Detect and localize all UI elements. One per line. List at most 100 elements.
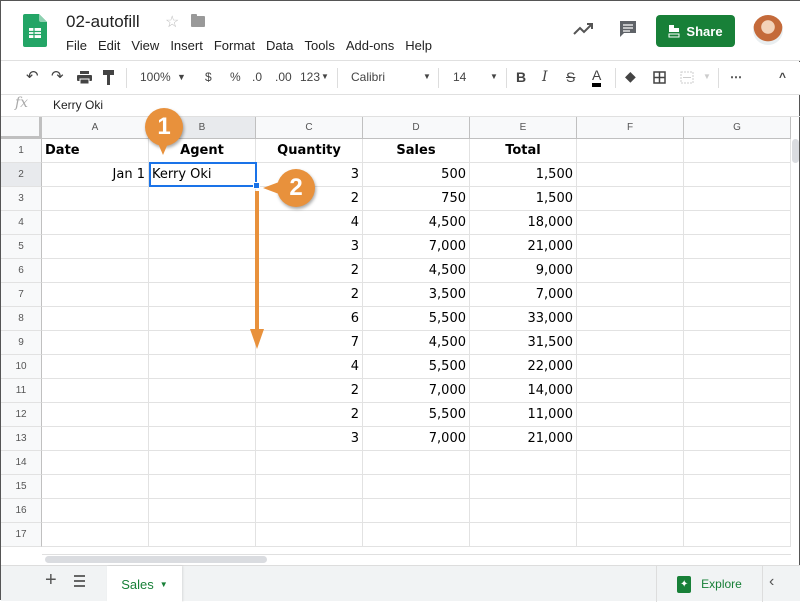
document-title[interactable]: 02-autofill <box>66 12 140 32</box>
cell-e13[interactable]: 21,000 <box>470 427 577 451</box>
folder-icon[interactable] <box>191 14 205 27</box>
cell-a10[interactable] <box>42 355 149 379</box>
cell-e17[interactable] <box>470 523 577 547</box>
column-header-c[interactable]: C <box>256 117 363 139</box>
cell-d10[interactable]: 5,500 <box>363 355 470 379</box>
cell-b3[interactable] <box>149 187 256 211</box>
currency-format-button[interactable]: $ <box>205 70 212 84</box>
row-header-13[interactable]: 13 <box>1 427 42 451</box>
row-header-16[interactable]: 16 <box>1 499 42 523</box>
more-formats-button[interactable]: 123 <box>300 70 320 84</box>
cell-a12[interactable] <box>42 403 149 427</box>
percent-format-button[interactable]: % <box>230 70 241 84</box>
cell-b5[interactable] <box>149 235 256 259</box>
cell-f1[interactable] <box>577 139 684 163</box>
cell-b15[interactable] <box>149 475 256 499</box>
menu-tools[interactable]: Tools <box>304 38 334 53</box>
menu-format[interactable]: Format <box>214 38 255 53</box>
column-header-a[interactable]: A <box>42 117 149 139</box>
cell-a3[interactable] <box>42 187 149 211</box>
collapse-side-panel-icon[interactable]: ‹ <box>769 573 774 591</box>
cell-c16[interactable] <box>256 499 363 523</box>
row-header-5[interactable]: 5 <box>1 235 42 259</box>
cell-g2[interactable] <box>684 163 791 187</box>
cell-g1[interactable] <box>684 139 791 163</box>
text-color-button[interactable]: A <box>592 67 602 87</box>
column-header-f[interactable]: F <box>577 117 684 139</box>
cell-d2[interactable]: 500 <box>363 163 470 187</box>
row-header-12[interactable]: 12 <box>1 403 42 427</box>
cell-c6[interactable]: 2 <box>256 259 363 283</box>
more-formats-dropdown-icon[interactable]: ▼ <box>321 72 329 81</box>
cell-d8[interactable]: 5,500 <box>363 307 470 331</box>
cell-g9[interactable] <box>684 331 791 355</box>
cell-e2[interactable]: 1,500 <box>470 163 577 187</box>
cell-c9[interactable]: 7 <box>256 331 363 355</box>
bold-button[interactable]: B <box>516 69 526 85</box>
cell-a11[interactable] <box>42 379 149 403</box>
cell-a14[interactable] <box>42 451 149 475</box>
zoom-dropdown-icon[interactable]: ▼ <box>177 72 186 82</box>
strikethrough-button[interactable]: S <box>566 69 575 85</box>
cell-f14[interactable] <box>577 451 684 475</box>
cell-g3[interactable] <box>684 187 791 211</box>
cell-e8[interactable]: 33,000 <box>470 307 577 331</box>
cell-g15[interactable] <box>684 475 791 499</box>
paint-format-icon[interactable] <box>103 70 115 85</box>
cell-d14[interactable] <box>363 451 470 475</box>
collapse-toolbar-icon[interactable]: ^ <box>779 70 786 84</box>
cell-c14[interactable] <box>256 451 363 475</box>
cell-b4[interactable] <box>149 211 256 235</box>
cell-f4[interactable] <box>577 211 684 235</box>
cell-f15[interactable] <box>577 475 684 499</box>
cell-e14[interactable] <box>470 451 577 475</box>
sheets-logo-icon[interactable] <box>23 14 47 47</box>
cell-f5[interactable] <box>577 235 684 259</box>
undo-icon[interactable]: ↶ <box>26 67 39 85</box>
cell-a16[interactable] <box>42 499 149 523</box>
select-all-corner[interactable] <box>1 117 42 139</box>
cell-a1[interactable]: Date <box>42 139 149 163</box>
row-header-8[interactable]: 8 <box>1 307 42 331</box>
all-sheets-icon[interactable] <box>74 575 85 587</box>
cell-b13[interactable] <box>149 427 256 451</box>
explore-button[interactable]: ✦ Explore <box>656 566 763 602</box>
zoom-select[interactable]: 100% <box>140 70 171 84</box>
redo-icon[interactable]: ↷ <box>51 67 64 85</box>
cell-c15[interactable] <box>256 475 363 499</box>
cell-f17[interactable] <box>577 523 684 547</box>
cell-g8[interactable] <box>684 307 791 331</box>
column-header-e[interactable]: E <box>470 117 577 139</box>
activity-trend-icon[interactable] <box>572 19 594 39</box>
cell-c8[interactable]: 6 <box>256 307 363 331</box>
cell-b6[interactable] <box>149 259 256 283</box>
row-header-4[interactable]: 4 <box>1 211 42 235</box>
cell-a2[interactable]: Jan 1 <box>42 163 149 187</box>
row-header-2[interactable]: 2 <box>1 163 42 187</box>
cell-a6[interactable] <box>42 259 149 283</box>
cell-b14[interactable] <box>149 451 256 475</box>
cell-g11[interactable] <box>684 379 791 403</box>
cell-a9[interactable] <box>42 331 149 355</box>
cell-f2[interactable] <box>577 163 684 187</box>
menu-edit[interactable]: Edit <box>98 38 120 53</box>
cell-f7[interactable] <box>577 283 684 307</box>
row-header-6[interactable]: 6 <box>1 259 42 283</box>
row-header-15[interactable]: 15 <box>1 475 42 499</box>
cell-d11[interactable]: 7,000 <box>363 379 470 403</box>
font-size-select[interactable]: 14 <box>453 70 466 84</box>
fill-handle[interactable] <box>253 182 260 189</box>
cell-g17[interactable] <box>684 523 791 547</box>
cell-d4[interactable]: 4,500 <box>363 211 470 235</box>
star-icon[interactable]: ☆ <box>165 12 179 32</box>
column-header-d[interactable]: D <box>363 117 470 139</box>
cell-a4[interactable] <box>42 211 149 235</box>
cell-f8[interactable] <box>577 307 684 331</box>
cell-c10[interactable]: 4 <box>256 355 363 379</box>
cell-a5[interactable] <box>42 235 149 259</box>
cell-f16[interactable] <box>577 499 684 523</box>
menu-file[interactable]: File <box>66 38 87 53</box>
row-header-10[interactable]: 10 <box>1 355 42 379</box>
sheet-tab-sales[interactable]: Sales ▼ <box>107 566 182 602</box>
cell-g7[interactable] <box>684 283 791 307</box>
